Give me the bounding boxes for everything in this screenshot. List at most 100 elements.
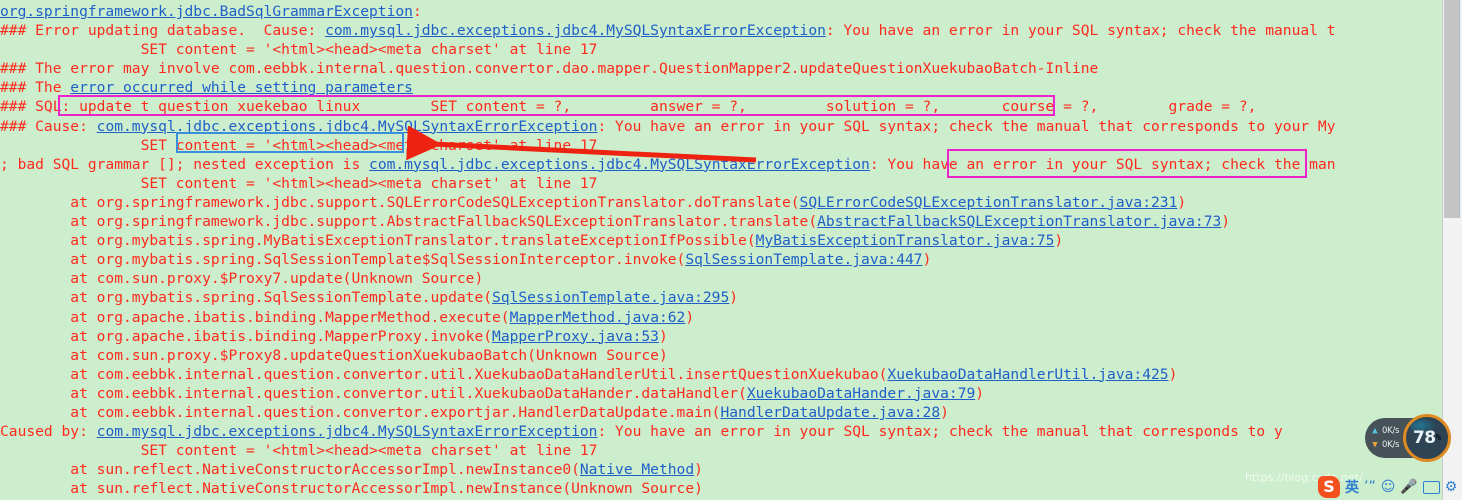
- console-text: at org.apache.ibatis.binding.MapperMetho…: [0, 308, 510, 326]
- console-text: ): [685, 308, 695, 326]
- download-arrow-icon: ▼: [1372, 439, 1378, 450]
- cpu-usage-unit: %: [1435, 433, 1442, 443]
- stacktrace-link[interactable]: error occurred while setting parameters: [70, 79, 413, 96]
- console-text: ): [694, 461, 703, 479]
- ime-toolbox-icon[interactable]: ⚙: [1445, 480, 1458, 494]
- stacktrace-link[interactable]: MyBatisExceptionTranslator.java:75: [756, 232, 1055, 249]
- console-text: ): [729, 289, 739, 307]
- console-line: ### Error updating database. Cause: com.…: [0, 21, 1443, 40]
- download-speed-value: 0K/s: [1382, 440, 1400, 450]
- upload-arrow-icon: ▲: [1372, 425, 1378, 436]
- sogou-logo-icon[interactable]: S: [1318, 476, 1340, 498]
- console-text: ### SQL: update t_question_xuekebao_linu…: [0, 98, 1257, 116]
- console-line: at com.eebbk.internal.question.convertor…: [0, 403, 1443, 422]
- console-line: at com.eebbk.internal.question.convertor…: [0, 384, 1443, 403]
- console-text: Caused by:: [0, 423, 97, 441]
- console-line: org.springframework.jdbc.BadSqlGrammarEx…: [0, 2, 1443, 21]
- console-line: at org.mybatis.spring.SqlSessionTemplate…: [0, 250, 1443, 269]
- console-text: ): [658, 327, 668, 345]
- stacktrace-link[interactable]: MapperProxy.java:53: [492, 328, 659, 345]
- console-text: at com.eebbk.internal.question.convertor…: [0, 365, 888, 383]
- console-text: at org.springframework.jdbc.support.SQLE…: [0, 193, 800, 211]
- console-line: ; bad SQL grammar []; nested exception i…: [0, 155, 1443, 174]
- console-line: at org.apache.ibatis.binding.MapperProxy…: [0, 327, 1443, 346]
- console-text: SET content = '<html><head><meta charset…: [0, 41, 598, 59]
- console-text: SET content = '<html><head><meta charset…: [0, 174, 598, 192]
- console-line: at sun.reflect.NativeConstructorAccessor…: [0, 479, 1443, 498]
- console-text: : You have an error in your SQL syntax; …: [597, 117, 1336, 135]
- stacktrace-link[interactable]: HandlerDataUpdate.java:28: [720, 404, 940, 421]
- stacktrace-link[interactable]: XuekubaoDataHandlerUtil.java:425: [887, 366, 1168, 383]
- vertical-scrollbar-thumb[interactable]: [1444, 0, 1460, 218]
- console-text: ): [1054, 232, 1064, 250]
- console-output-text[interactable]: org.springframework.jdbc.BadSqlGrammarEx…: [0, 0, 1443, 500]
- console-text: at org.springframework.jdbc.support.Abst…: [0, 213, 818, 231]
- ime-microphone-icon[interactable]: 🎤: [1400, 480, 1417, 494]
- stacktrace-link[interactable]: SQLErrorCodeSQLExceptionTranslator.java:…: [800, 194, 1178, 211]
- ime-comma-icon[interactable]: ’”: [1364, 480, 1376, 494]
- console-text: ): [1221, 213, 1231, 231]
- console-text: ; bad SQL grammar []; nested exception i…: [0, 155, 370, 173]
- console-text: SET content = '<html><head><meta charset…: [0, 442, 598, 460]
- cpu-usage-value: 78: [1412, 428, 1436, 448]
- console-text: : You have an error in your SQL syntax; …: [597, 423, 1283, 441]
- stacktrace-link[interactable]: SqlSessionTemplate.java:447: [685, 251, 922, 268]
- console-text: ): [975, 384, 985, 402]
- console-text: at org.mybatis.spring.SqlSessionTemplate…: [0, 251, 686, 269]
- console-text: at org.mybatis.spring.SqlSessionTemplate…: [0, 289, 493, 307]
- console-text: ): [1177, 193, 1187, 211]
- console-line: at org.springframework.jdbc.support.SQLE…: [0, 193, 1443, 212]
- console-line: Caused by: com.mysql.jdbc.exceptions.jdb…: [0, 422, 1443, 441]
- console-text: ### Error updating database. Cause:: [0, 22, 326, 40]
- console-text: ### The: [0, 79, 71, 97]
- console-text: : You have an error in your SQL syntax; …: [825, 22, 1336, 40]
- console-line: SET content = '<html><head><meta charset…: [0, 441, 1443, 460]
- console-line: at org.apache.ibatis.binding.MapperMetho…: [0, 308, 1443, 327]
- console-line: ### The error may involve com.eebbk.inte…: [0, 59, 1443, 78]
- stacktrace-link[interactable]: XuekubaoDataHander.java:79: [747, 385, 975, 402]
- ime-toolbar[interactable]: S 英 ’” ☺ 🎤 ⚙: [1318, 474, 1462, 500]
- console-line: SET content = '<html><head><meta charset…: [0, 174, 1443, 193]
- console-line: at com.sun.proxy.$Proxy7.update(Unknown …: [0, 269, 1443, 288]
- console-text: ): [1168, 365, 1178, 383]
- stacktrace-link[interactable]: SqlSessionTemplate.java:295: [492, 289, 729, 306]
- console-line: at org.mybatis.spring.MyBatisExceptionTr…: [0, 231, 1443, 250]
- console-text: ### The error may involve com.eebbk.inte…: [0, 60, 1099, 78]
- console-line: at org.mybatis.spring.SqlSessionTemplate…: [0, 288, 1443, 307]
- console-text: at org.mybatis.spring.MyBatisExceptionTr…: [0, 232, 756, 250]
- stacktrace-link[interactable]: com.mysql.jdbc.exceptions.jdbc4.MySQLSyn…: [369, 156, 870, 173]
- console-text: SET content = '<html><head><meta charset…: [0, 136, 598, 154]
- console-line: at org.springframework.jdbc.support.Abst…: [0, 212, 1443, 231]
- console-line: ### Cause: com.mysql.jdbc.exceptions.jdb…: [0, 117, 1443, 136]
- console-line: ### SQL: update t_question_xuekebao_linu…: [0, 97, 1443, 116]
- console-window: org.springframework.jdbc.BadSqlGrammarEx…: [0, 0, 1462, 500]
- stacktrace-link[interactable]: com.mysql.jdbc.exceptions.jdbc4.MySQLSyn…: [97, 118, 598, 135]
- console-text: at com.sun.proxy.$Proxy8.updateQuestionX…: [0, 346, 668, 364]
- stacktrace-link[interactable]: Native Method: [580, 461, 694, 478]
- console-line: ### The error occurred while setting par…: [0, 78, 1443, 97]
- ime-emoji-icon[interactable]: ☺: [1381, 480, 1396, 494]
- cpu-usage-gauge[interactable]: 78%: [1403, 414, 1451, 462]
- stacktrace-link[interactable]: org.springframework.jdbc.BadSqlGrammarEx…: [0, 3, 413, 20]
- console-text: ### Cause:: [0, 117, 97, 135]
- console-text: ): [940, 403, 949, 421]
- console-text: at com.eebbk.internal.question.convertor…: [0, 403, 721, 421]
- console-line: at com.sun.proxy.$Proxy8.updateQuestionX…: [0, 346, 1443, 365]
- console-text: at sun.reflect.NativeConstructorAccessor…: [0, 461, 580, 479]
- ime-keyboard-icon[interactable]: [1422, 480, 1440, 494]
- console-text: at com.sun.proxy.$Proxy7.update(Unknown …: [0, 270, 484, 288]
- console-text: at org.apache.ibatis.binding.MapperProxy…: [0, 327, 493, 345]
- console-text: ): [922, 251, 932, 269]
- stacktrace-link[interactable]: com.mysql.jdbc.exceptions.jdbc4.MySQLSyn…: [97, 423, 598, 440]
- console-line: SET content = '<html><head><meta charset…: [0, 136, 1443, 155]
- stacktrace-link[interactable]: com.mysql.jdbc.exceptions.jdbc4.MySQLSyn…: [325, 22, 826, 39]
- console-line: SET content = '<html><head><meta charset…: [0, 40, 1443, 59]
- console-text: at sun.reflect.NativeConstructorAccessor…: [0, 480, 703, 498]
- console-line: at sun.reflect.NativeConstructorAccessor…: [0, 460, 1443, 479]
- console-text: : You have an error in your SQL syntax; …: [869, 155, 1336, 173]
- upload-speed-value: 0K/s: [1382, 426, 1400, 436]
- stacktrace-link[interactable]: MapperMethod.java:62: [510, 309, 686, 326]
- stacktrace-link[interactable]: AbstractFallbackSQLExceptionTranslator.j…: [817, 213, 1221, 230]
- console-line: at com.eebbk.internal.question.convertor…: [0, 365, 1443, 384]
- ime-language-mode-label[interactable]: 英: [1345, 477, 1359, 497]
